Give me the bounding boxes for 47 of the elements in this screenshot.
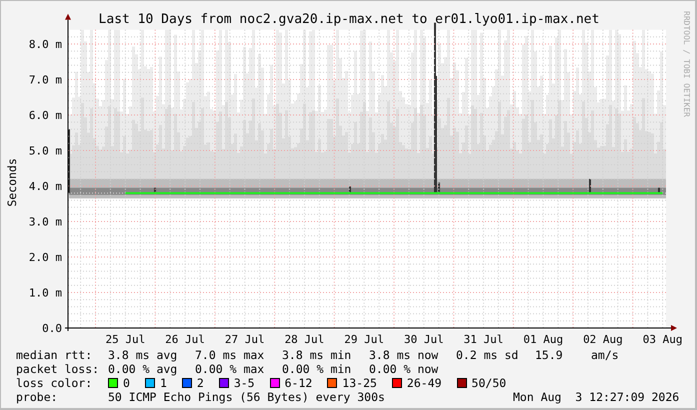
legend-value: 0.00 % max (195, 362, 266, 376)
loss-color-label: 2 (196, 376, 204, 390)
x-tick-label: 25 Jul (105, 333, 146, 346)
x-tick-label: 29 Jul (344, 333, 384, 346)
legend-value: 0.00 % now (369, 362, 440, 376)
x-tick-label: 27 Jul (224, 333, 265, 346)
legend-value: 15.9 (535, 348, 564, 362)
legend-value: 3.8 ms now (369, 348, 440, 362)
loss-color-label: 26-49 (406, 376, 442, 390)
y-tick-label: 0.0 (42, 322, 62, 335)
x-tick-label: 31 Jul (464, 333, 504, 346)
chart-title: Last 10 Days from noc2.gva20.ip-max.net to er01.lyo01.ip-max.net (98, 12, 600, 27)
legend-label: packet loss: (16, 362, 100, 376)
legend-value: 0.00 % avg (108, 362, 178, 376)
y-tick-label: 3.0 m (28, 216, 62, 228)
legend-label: probe: (16, 390, 59, 404)
loss-color-label: 1 (160, 376, 167, 390)
x-tick-label: 03 Aug (642, 333, 683, 346)
legend-value: am/s (591, 348, 620, 362)
y-tick-label: 7.0 m (28, 74, 62, 86)
x-tick-label: 30 Jul (404, 333, 444, 346)
loss-color-label: 13-25 (342, 376, 377, 390)
y-tick-label: 4.0 m (28, 180, 62, 193)
legend-value: 7.0 ms max (195, 348, 266, 362)
legend-label: loss color: (16, 376, 94, 390)
probe-text: 50 ICMP Echo Pings (56 Bytes) every 300s (108, 390, 386, 404)
legend-value: 3.8 ms min (282, 348, 352, 362)
y-tick-label: 5.0 m (28, 144, 62, 158)
x-tick-label: 26 Jul (165, 333, 205, 346)
x-tick-label: 02 Aug (583, 333, 623, 346)
loss-color-label: 50/50 (472, 376, 506, 390)
x-tick-label: 28 Jul (284, 333, 324, 346)
timestamp: Mon Aug 3 12:27:09 2026 (513, 390, 680, 404)
legend-label: median rtt: (16, 348, 94, 362)
legend-value: 3.8 ms avg (108, 348, 178, 362)
y-tick-label: 1.0 m (28, 286, 62, 300)
legend-value: 0.2 ms sd (456, 348, 520, 362)
x-tick-label: 01 Aug (523, 333, 564, 346)
legend-value: 0.00 % min (282, 362, 352, 376)
y-tick-label: 6.0 m (28, 109, 62, 122)
y-axis-label: Seconds (5, 158, 19, 207)
loss-color-label: 3-5 (234, 376, 255, 390)
loss-color-label: 6-12 (284, 376, 312, 390)
y-tick-label: 8.0 m (28, 38, 62, 51)
loss-color-label: 0 (123, 376, 130, 390)
credit-text: RRDTOOL / TOBI OETIKER (682, 11, 691, 117)
y-tick-label: 2.0 m (28, 251, 62, 264)
